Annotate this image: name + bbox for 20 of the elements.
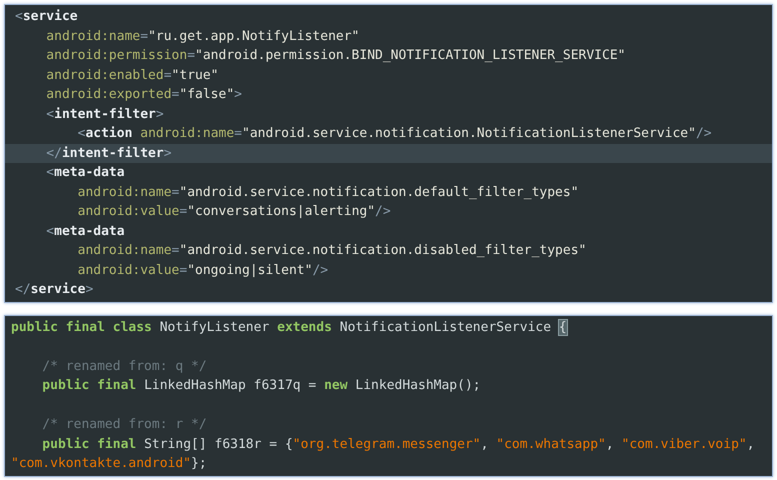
code-line: android:name="ru.get.app.NotifyListener" xyxy=(45,28,360,46)
code-line: android:permission="android.permission.BIND_NOTIFICATION_LISTENER_SERVICE" xyxy=(45,47,626,65)
code-line: </service> xyxy=(14,281,94,299)
code-line: android:value="conversations|alerting"/> xyxy=(76,203,392,221)
code-line: android:value="ongoing|silent"/> xyxy=(76,262,330,280)
code-line: <intent-filter> xyxy=(45,106,165,124)
code-line: public final LinkedHashMap f6317q = new LinkedHashMap(); xyxy=(41,377,482,395)
code-line: <meta-data xyxy=(45,222,126,240)
code-line: android:name="android.service.notification.default_filter_types" xyxy=(76,184,580,202)
code-line: <meta-data xyxy=(45,164,126,182)
code-line: public final class NotifyListener extends NotificationListenerService { xyxy=(10,318,568,336)
code-line: /* renamed from: q */ xyxy=(41,358,208,376)
code-line: android:name="android.service.notification.disabled_filter_types" xyxy=(76,242,588,260)
code-line: public final String[] f6318r = {"org.telegram.messenger", "com.whatsapp", "com.viber.voip", xyxy=(41,436,756,454)
code-line: "com.vkontakte.android"}; xyxy=(10,455,208,473)
code-line: /* renamed from: r */ xyxy=(41,416,208,434)
code-line: <service xyxy=(14,8,79,26)
code-line: android:enabled="true" xyxy=(45,66,220,84)
code-line: <action android:name="android.service.notification.NotificationListenerService"/> xyxy=(76,125,713,143)
code-line: android:exported="false"> xyxy=(45,86,243,104)
